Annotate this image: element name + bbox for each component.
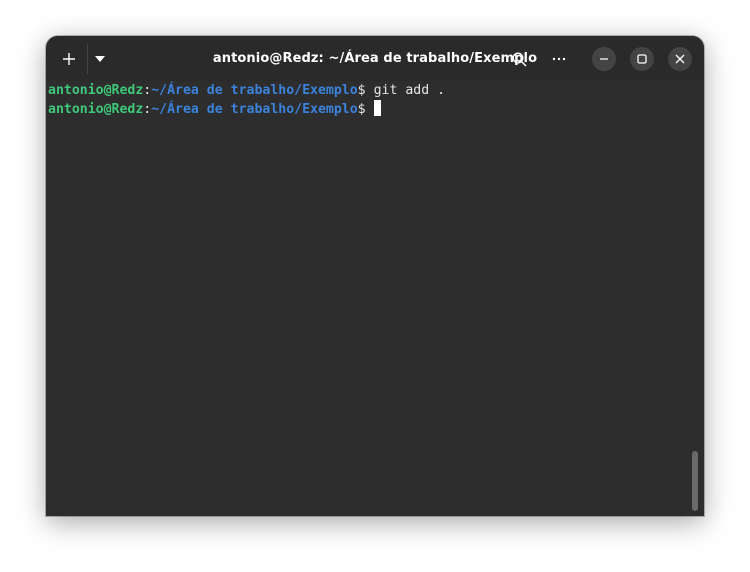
terminal-line: antonio@Redz:~/Área de trabalho/Exemplo$… — [48, 82, 445, 100]
terminal-window: antonio@Redz: ~/Área de trabalho/Exemplo — [46, 36, 704, 516]
more-horizontal-icon — [552, 57, 566, 61]
command-input[interactable] — [366, 102, 374, 117]
prompt-user: antonio@Redz — [48, 102, 144, 117]
scrollbar[interactable] — [692, 451, 698, 511]
prompt-symbol: $ — [357, 83, 366, 98]
text-cursor — [373, 100, 381, 116]
maximize-button[interactable] — [630, 47, 654, 71]
minimize-button[interactable] — [592, 47, 616, 71]
command-text: git add . — [365, 83, 446, 98]
plus-icon — [63, 53, 75, 65]
maximize-icon — [637, 54, 647, 64]
minimize-icon — [600, 58, 608, 60]
chevron-down-icon — [95, 56, 105, 62]
new-tab-button[interactable] — [54, 44, 84, 74]
search-button[interactable] — [504, 44, 534, 74]
search-icon — [511, 51, 527, 67]
terminal-output[interactable]: antonio@Redz:~/Área de trabalho/Exemplo$… — [46, 81, 704, 516]
close-button[interactable] — [668, 47, 692, 71]
tab-menu-button[interactable] — [88, 44, 112, 74]
close-icon — [675, 54, 685, 64]
titlebar: antonio@Redz: ~/Área de trabalho/Exemplo — [46, 36, 704, 81]
terminal-line: antonio@Redz:~/Área de trabalho/Exemplo$ — [48, 100, 381, 119]
main-menu-button[interactable] — [544, 44, 574, 74]
prompt-path: ~/Área de trabalho/Exemplo — [151, 83, 358, 98]
prompt-symbol: $ — [357, 102, 366, 117]
prompt-path: ~/Área de trabalho/Exemplo — [151, 102, 358, 117]
prompt-user: antonio@Redz — [48, 83, 144, 98]
